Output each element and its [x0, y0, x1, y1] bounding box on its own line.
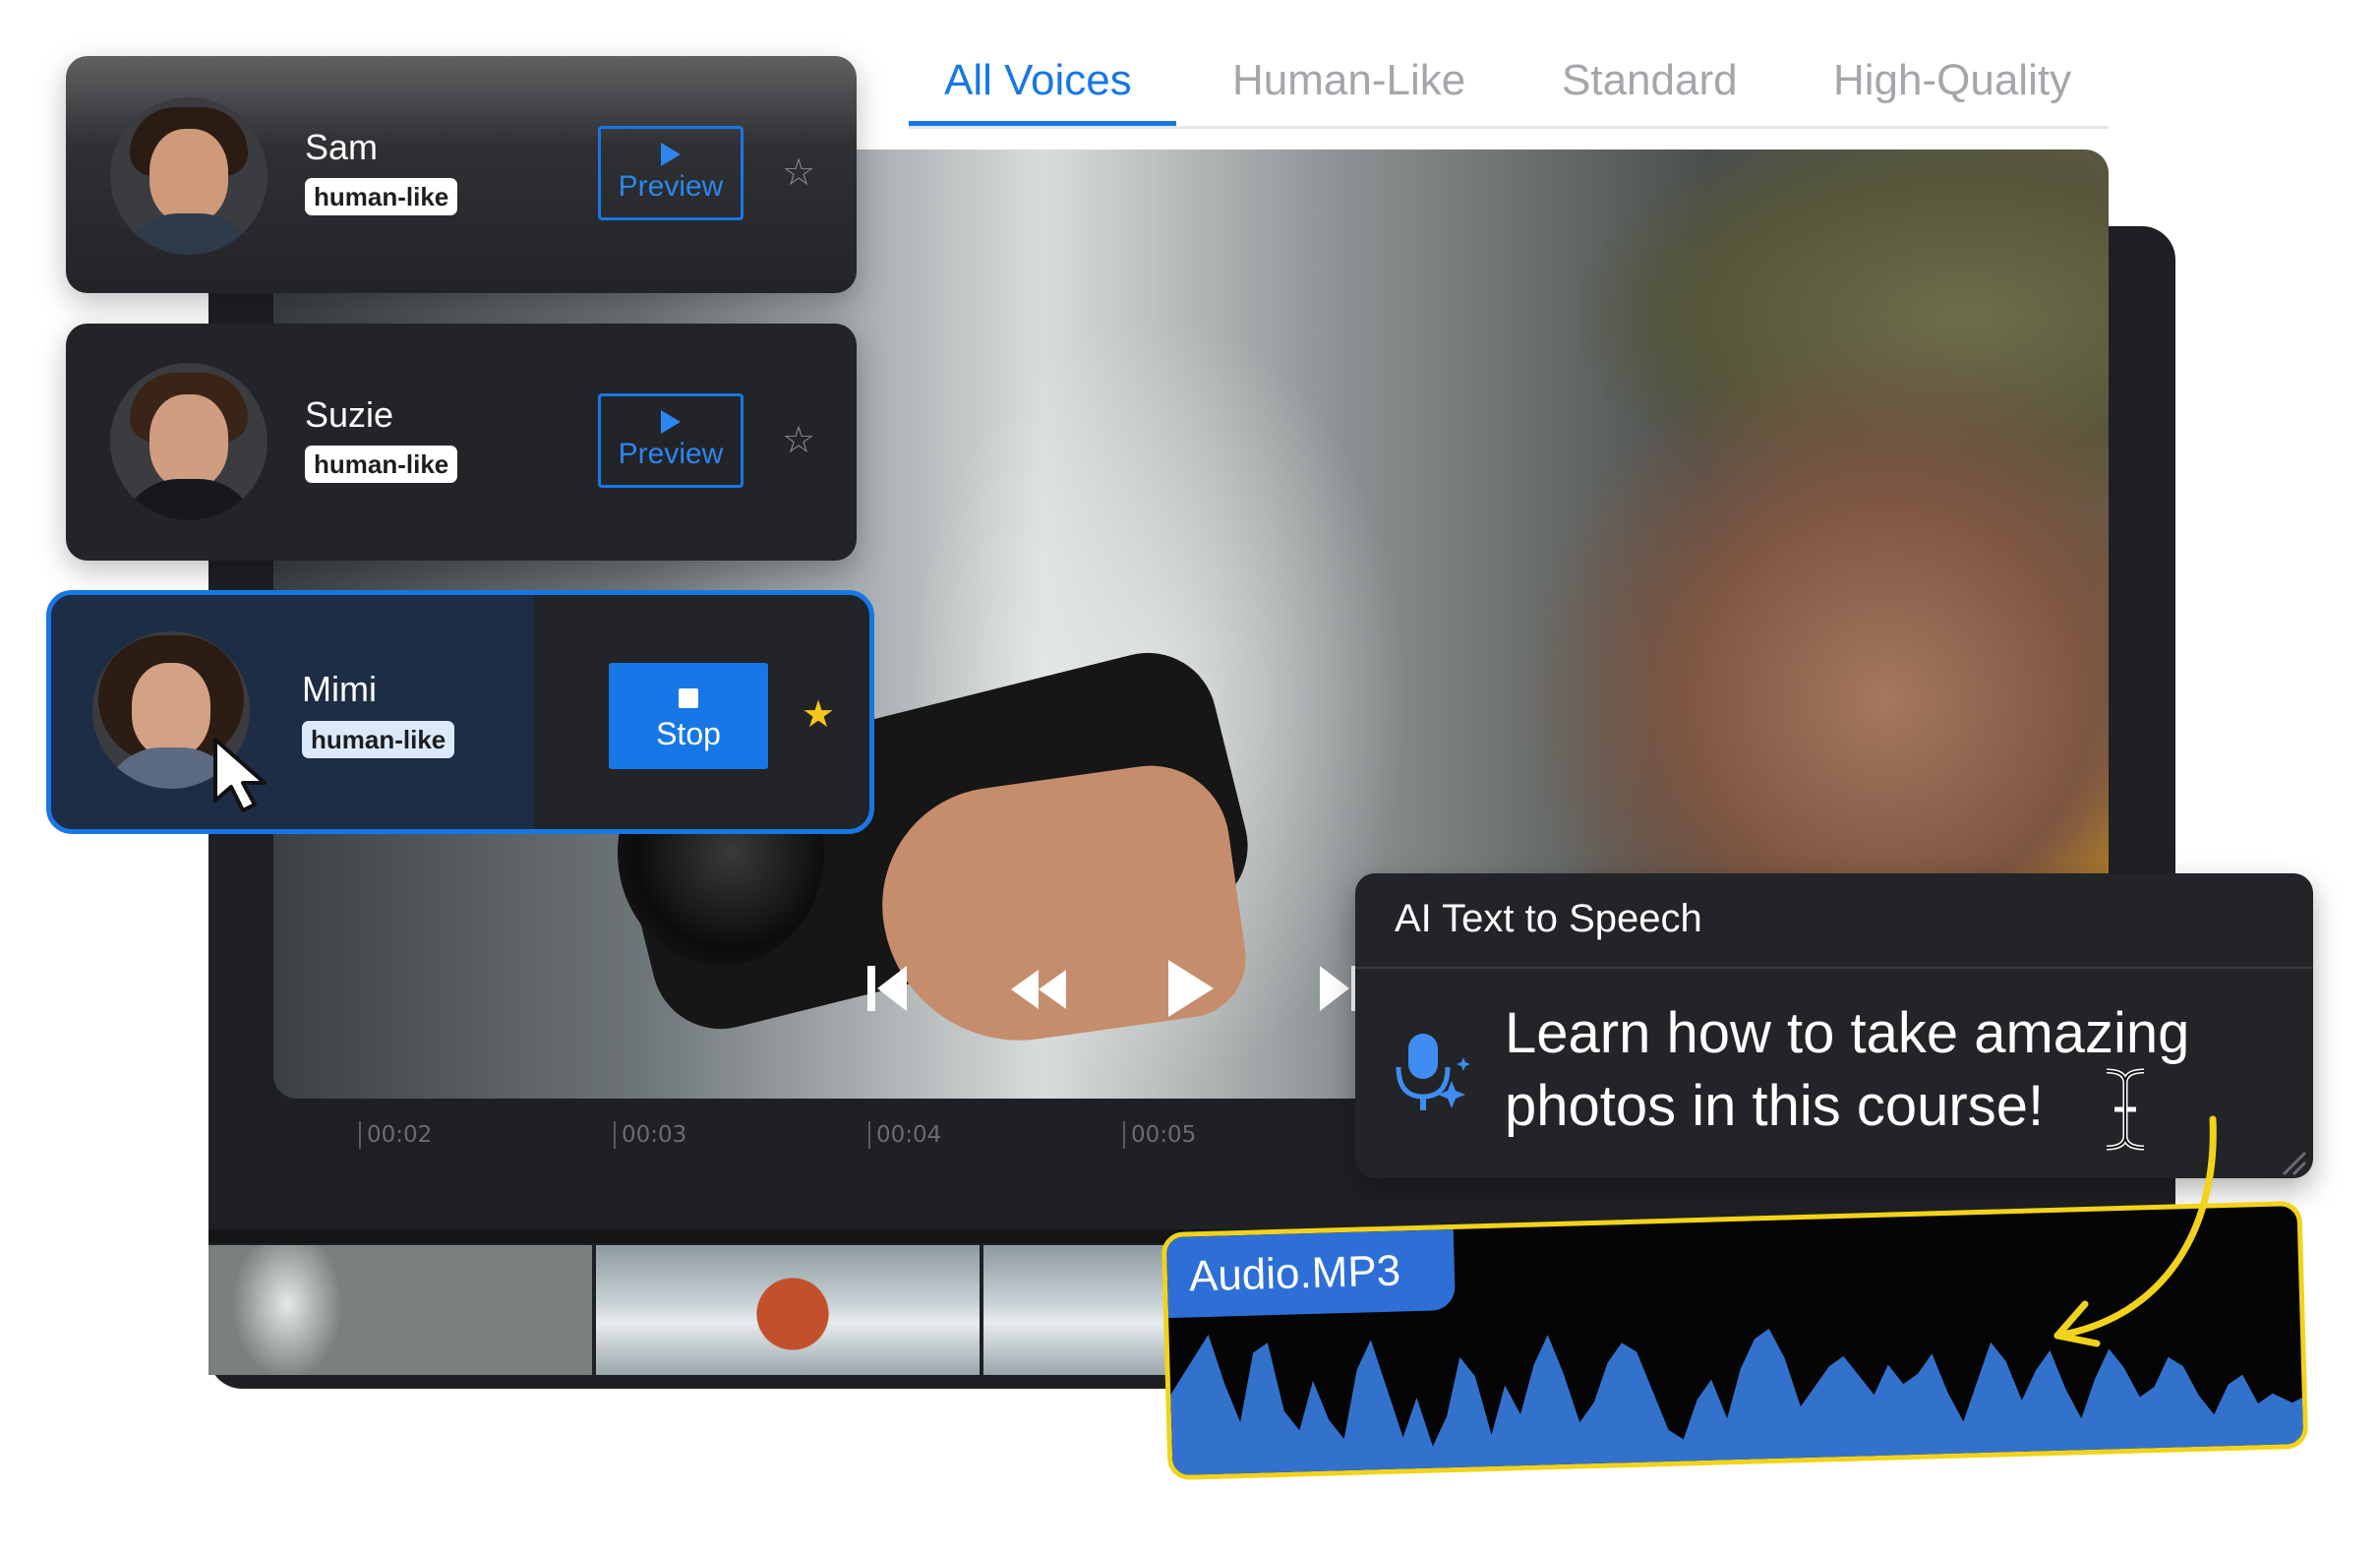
video-thumbnail: [983, 1245, 1192, 1375]
avatar: [110, 363, 268, 520]
voice-card-sam[interactable]: Sam human-like Preview ☆: [66, 56, 857, 293]
voice-card-suzie[interactable]: Suzie human-like Preview ☆: [66, 324, 857, 561]
voice-card-mimi[interactable]: Mimi human-like Stop ★: [46, 590, 874, 834]
resize-handle-icon[interactable]: [2280, 1149, 2307, 1176]
timeline-tick: 00:03: [614, 1121, 686, 1149]
panel-title: AI Text to Speech: [1395, 897, 1702, 940]
preview-label: Preview: [618, 170, 724, 203]
voice-name: Sam: [305, 127, 379, 167]
favorite-star-icon[interactable]: ☆: [782, 154, 815, 192]
voice-name: Suzie: [305, 394, 394, 435]
panel-header: AI Text to Speech: [1355, 873, 2313, 969]
preview-button[interactable]: Preview: [598, 126, 744, 220]
active-tab-indicator: [909, 121, 1176, 126]
favorite-star-icon[interactable]: ★: [802, 696, 835, 734]
skip-back-icon[interactable]: [865, 964, 909, 1013]
avatar: [110, 97, 268, 255]
tab-human-like[interactable]: Human-Like: [1232, 49, 1465, 126]
mouse-pointer-icon: [213, 738, 267, 812]
video-thumbnail: [596, 1245, 983, 1375]
favorite-star-icon[interactable]: ☆: [782, 422, 815, 459]
video-track[interactable]: [208, 1245, 1192, 1375]
tab-all-voices[interactable]: All Voices: [944, 49, 1132, 126]
rewind-icon[interactable]: [1011, 970, 1066, 1009]
play-icon: [661, 143, 681, 166]
play-icon[interactable]: [1166, 958, 1216, 1019]
timeline-tick: 00:05: [1123, 1121, 1196, 1149]
voice-type-badge: human-like: [302, 721, 455, 758]
audio-file-label: Audio.MP3: [1165, 1228, 1457, 1319]
timeline-tick: 00:04: [868, 1121, 941, 1149]
ai-voice-icon: [1396, 1034, 1470, 1110]
stop-icon: [679, 688, 698, 708]
timeline-ruler[interactable]: 00:02 00:03 00:04 00:05: [208, 1121, 1487, 1180]
tab-high-quality[interactable]: High-Quality: [1833, 49, 2071, 126]
tab-standard[interactable]: Standard: [1562, 49, 1738, 126]
stop-button[interactable]: Stop: [609, 663, 768, 769]
connector-arrow-icon: [2053, 1115, 2217, 1347]
voice-name: Mimi: [302, 669, 377, 709]
preview-button[interactable]: Preview: [598, 393, 744, 488]
video-thumbnail: [208, 1245, 596, 1375]
voice-type-badge: human-like: [305, 446, 458, 483]
voice-filter-tabs: All Voices Human-Like Standard High-Qual…: [909, 49, 2109, 129]
stop-label: Stop: [656, 716, 721, 751]
play-icon: [661, 410, 681, 434]
timeline-tick: 00:02: [359, 1121, 432, 1149]
preview-label: Preview: [618, 438, 724, 470]
voice-type-badge: human-like: [305, 178, 458, 215]
